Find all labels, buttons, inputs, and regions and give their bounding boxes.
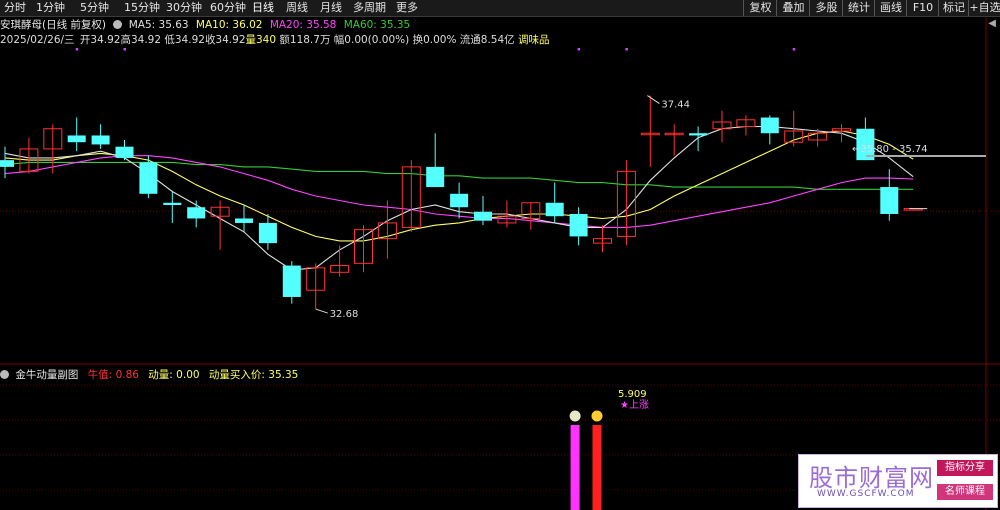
candle-down xyxy=(450,193,469,208)
top-marker-dot xyxy=(577,48,581,51)
logo-tag-course: 名师课程 xyxy=(937,484,993,500)
candle-down xyxy=(115,146,134,158)
top-marker-dot xyxy=(75,48,79,51)
range-label: ←35.80 - 35.74 xyxy=(852,144,928,155)
logo-brand: 股市财富网 xyxy=(809,464,934,492)
logo-tag-share: 指标分享 xyxy=(937,460,993,476)
candle-down xyxy=(187,207,206,219)
candle-down xyxy=(569,213,588,237)
candle-down xyxy=(163,202,182,205)
signal-face-icon xyxy=(591,410,603,422)
top-marker-dot xyxy=(625,48,628,51)
signal-bar-red xyxy=(592,425,602,510)
signal-text-label: ★上涨 xyxy=(620,399,649,411)
low-price-label: 32.68 xyxy=(330,309,359,320)
low-arrow xyxy=(315,308,328,314)
candle-down xyxy=(689,133,708,136)
candle-down xyxy=(760,117,779,134)
candle-down xyxy=(426,166,445,188)
high-price-label: 37.44 xyxy=(661,100,690,111)
signal-face-icon xyxy=(569,410,581,422)
high-arrow xyxy=(647,95,660,104)
candle-down xyxy=(545,202,564,217)
candle-down xyxy=(235,218,253,223)
candle-down xyxy=(880,187,899,214)
signal-value-label: 5.909 xyxy=(618,389,647,400)
candle-down xyxy=(67,135,86,143)
top-marker-dot xyxy=(792,48,796,51)
signal-bar-magenta xyxy=(570,425,580,510)
candle-down xyxy=(91,135,110,145)
kline-chart[interactable]: 37.44 32.68 ←35.80 - 35.74 5.909★上涨 xyxy=(0,0,1000,510)
watermark-logo: 股市财富网 WWW.GSCFW.COM 指标分享 名师课程 xyxy=(798,454,998,508)
candle-down xyxy=(139,162,158,194)
logo-url: WWW.GSCFW.COM xyxy=(817,489,915,499)
top-marker-dot xyxy=(123,48,126,51)
candle-down xyxy=(258,222,277,244)
candle-down xyxy=(474,211,492,221)
candle-down xyxy=(282,265,301,297)
candle-down xyxy=(0,160,14,167)
